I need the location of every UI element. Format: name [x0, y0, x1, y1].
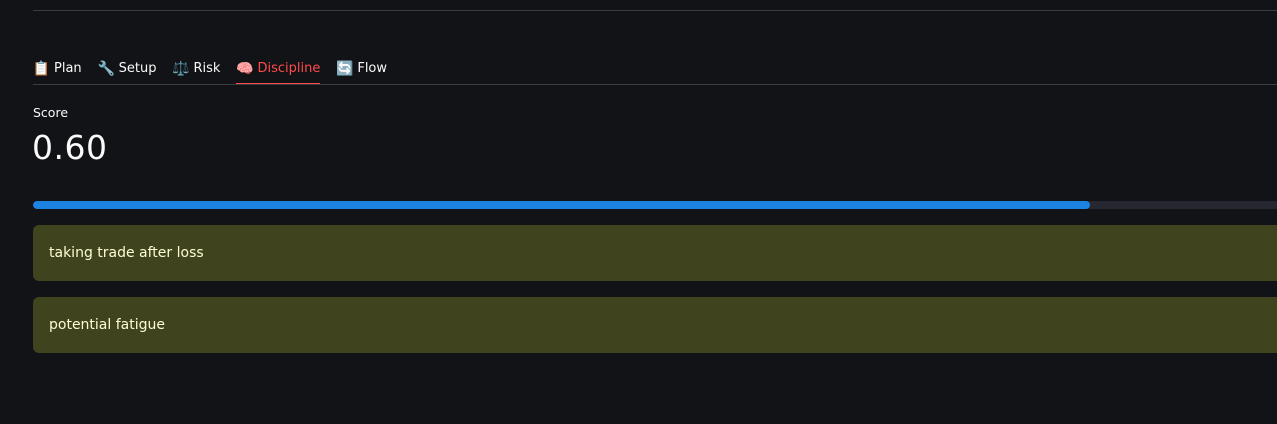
warning-alert: taking trade after loss — [33, 225, 1277, 281]
tab-discipline[interactable]: 🧠 Discipline — [236, 48, 321, 85]
progress-bar — [33, 201, 1277, 209]
wrench-icon: 🔧 — [97, 60, 115, 77]
tab-label: Discipline — [257, 61, 321, 76]
metric-label: Score — [33, 105, 69, 120]
warning-text: taking trade after loss — [49, 245, 204, 261]
tab-flow[interactable]: 🔄 Flow — [336, 48, 387, 84]
brain-icon: 🧠 — [236, 60, 254, 77]
warning-text: potential fatigue — [49, 317, 165, 333]
tab-label: Plan — [54, 61, 82, 76]
tab-bar: 📋 Plan 🔧 Setup ⚖️ Risk 🧠 Discipline 🔄 Fl… — [33, 48, 1277, 85]
progress-fill — [33, 201, 1091, 209]
tab-label: Flow — [357, 61, 388, 76]
tab-plan[interactable]: 📋 Plan — [33, 48, 82, 84]
tab-label: Risk — [193, 61, 221, 76]
warning-alert: potential fatigue — [33, 297, 1277, 353]
tabs-divider — [33, 84, 1277, 85]
clipboard-icon: 📋 — [32, 60, 51, 77]
tab-risk[interactable]: ⚖️ Risk — [172, 48, 221, 84]
metric-value: 0.60 — [32, 128, 108, 167]
tab-setup[interactable]: 🔧 Setup — [97, 48, 157, 84]
top-divider — [33, 10, 1277, 11]
refresh-icon: 🔄 — [336, 60, 354, 77]
tab-label: Setup — [118, 61, 157, 76]
scales-icon: ⚖️ — [172, 60, 190, 77]
